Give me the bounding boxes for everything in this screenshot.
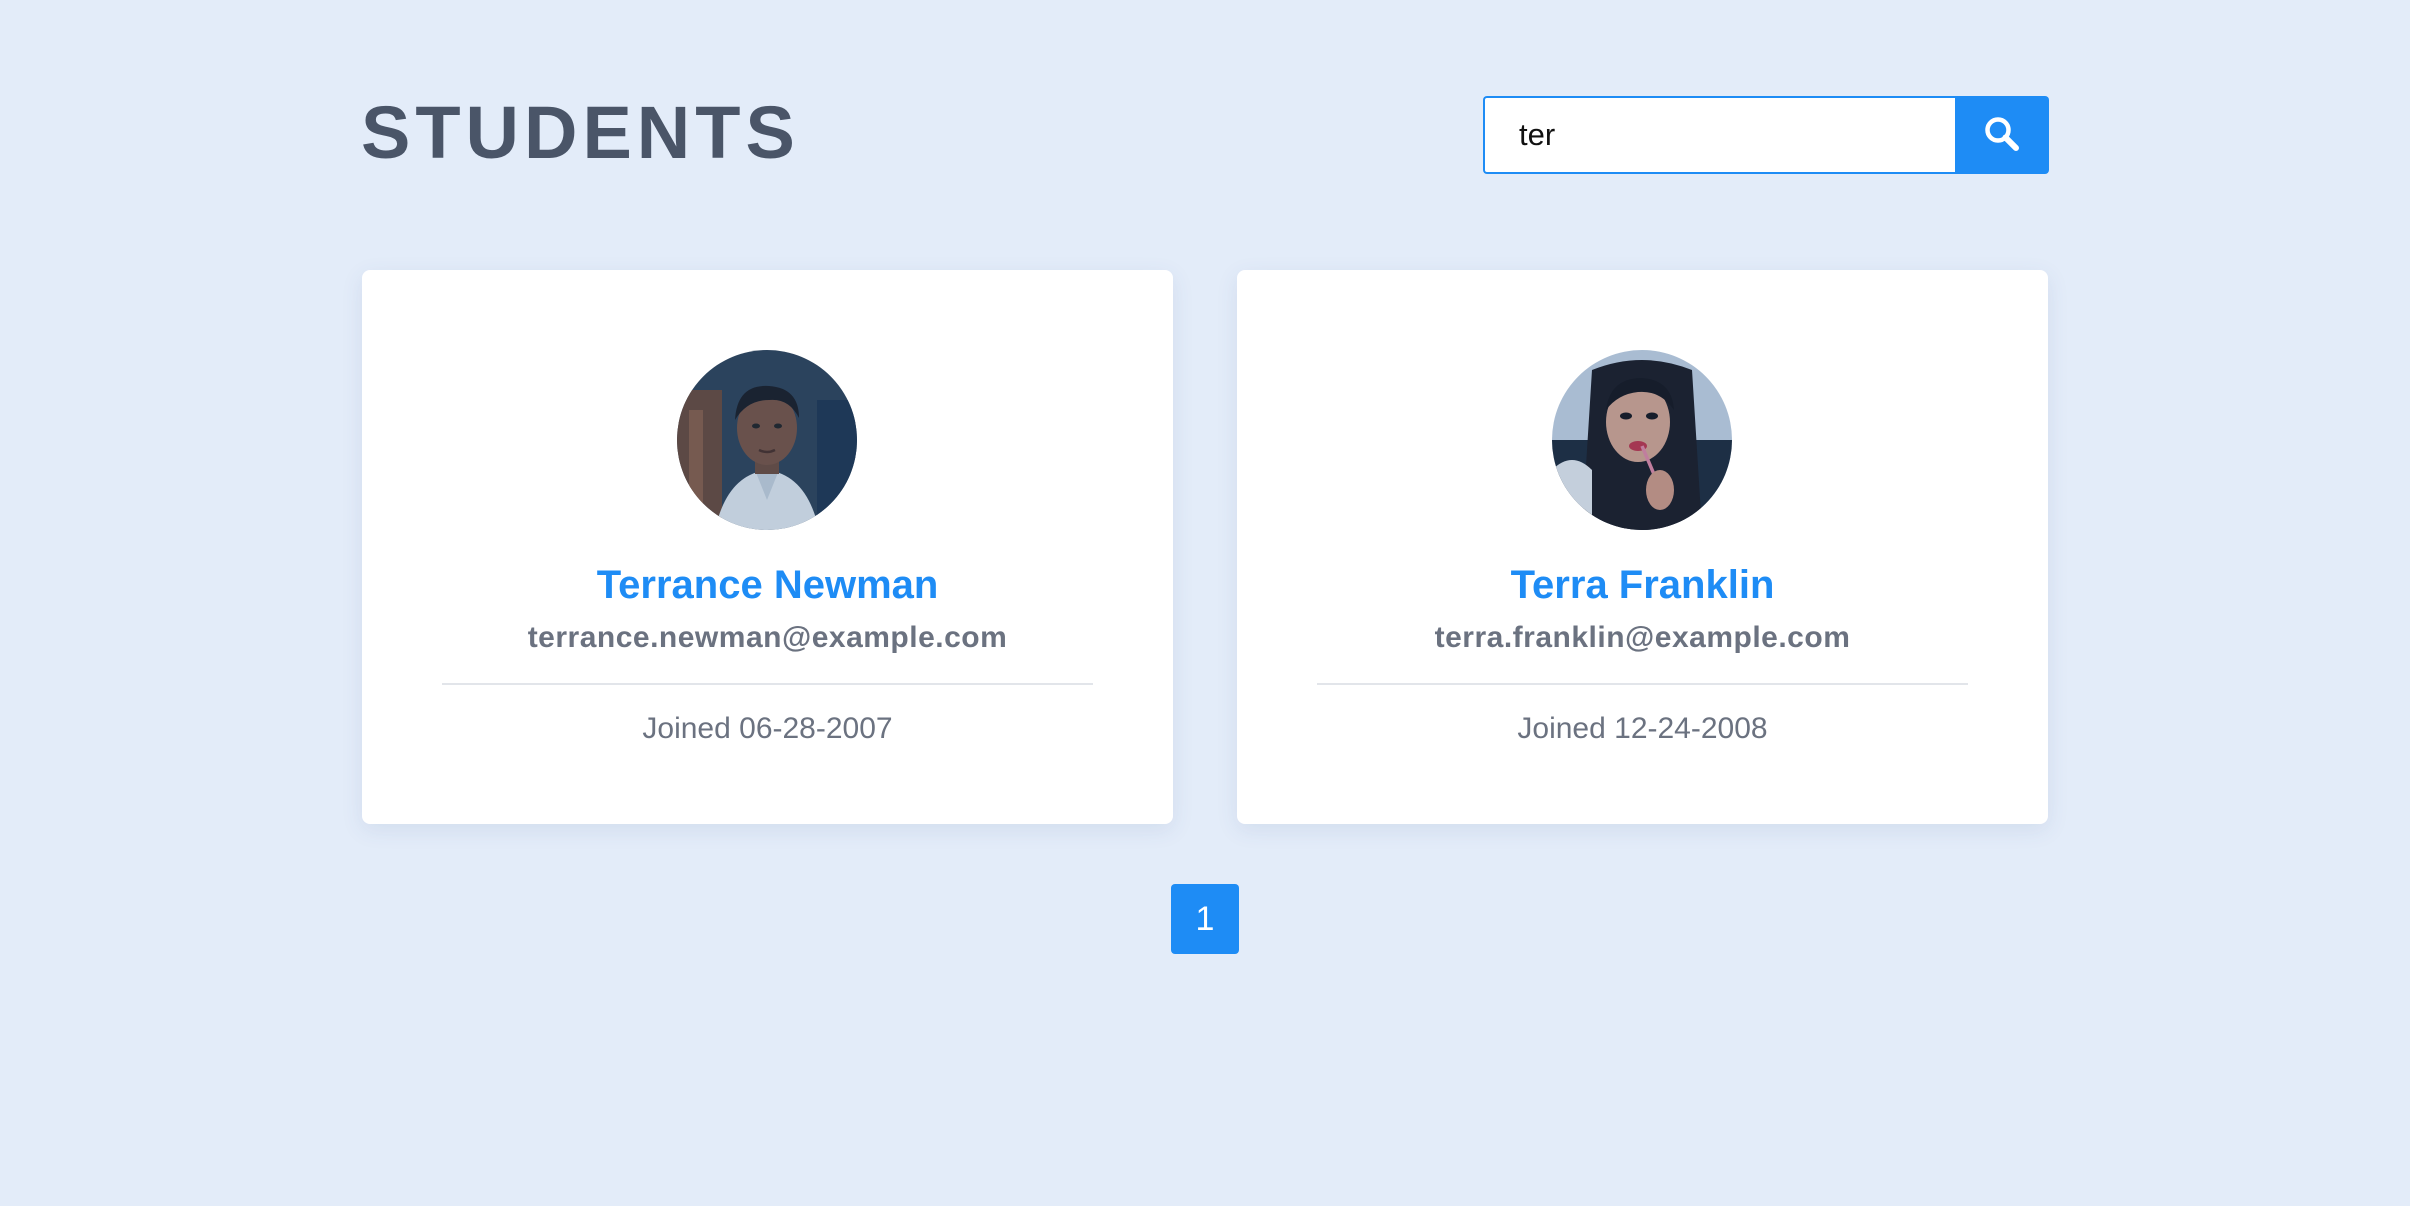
card-divider <box>1317 683 1968 685</box>
student-email: terra.franklin@example.com <box>1434 621 1851 654</box>
page-header: STUDENTS <box>361 92 2049 174</box>
card-divider <box>442 683 1093 685</box>
students-page: STUDENTS ter Terrance Newman terrance.ne… <box>0 0 2410 1206</box>
joined-date: Joined 12-24-2008 <box>1517 712 1768 745</box>
search-bar <box>1483 96 2049 174</box>
joined-date: Joined 06-28-2007 <box>642 712 893 745</box>
student-name[interactable]: Terrance Newman <box>362 562 1173 608</box>
search-icon <box>1982 114 2022 157</box>
page-button-1[interactable]: 1 <box>1171 884 1239 954</box>
search-input[interactable] <box>1483 96 1955 174</box>
student-card[interactable]: Terra Franklin terra.franklin@example.co… <box>1237 270 2048 824</box>
avatar <box>677 350 857 530</box>
student-card[interactable]: Terrance Newman terrance.newman@example.… <box>362 270 1173 824</box>
avatar <box>1552 350 1732 530</box>
pagination: 1 <box>1171 884 1239 954</box>
search-button[interactable] <box>1955 96 2049 174</box>
student-card-list: Terrance Newman terrance.newman@example.… <box>362 270 2048 824</box>
page-title: STUDENTS <box>361 91 800 174</box>
student-name[interactable]: Terra Franklin <box>1237 562 2048 608</box>
student-email: terrance.newman@example.com <box>527 621 1008 654</box>
